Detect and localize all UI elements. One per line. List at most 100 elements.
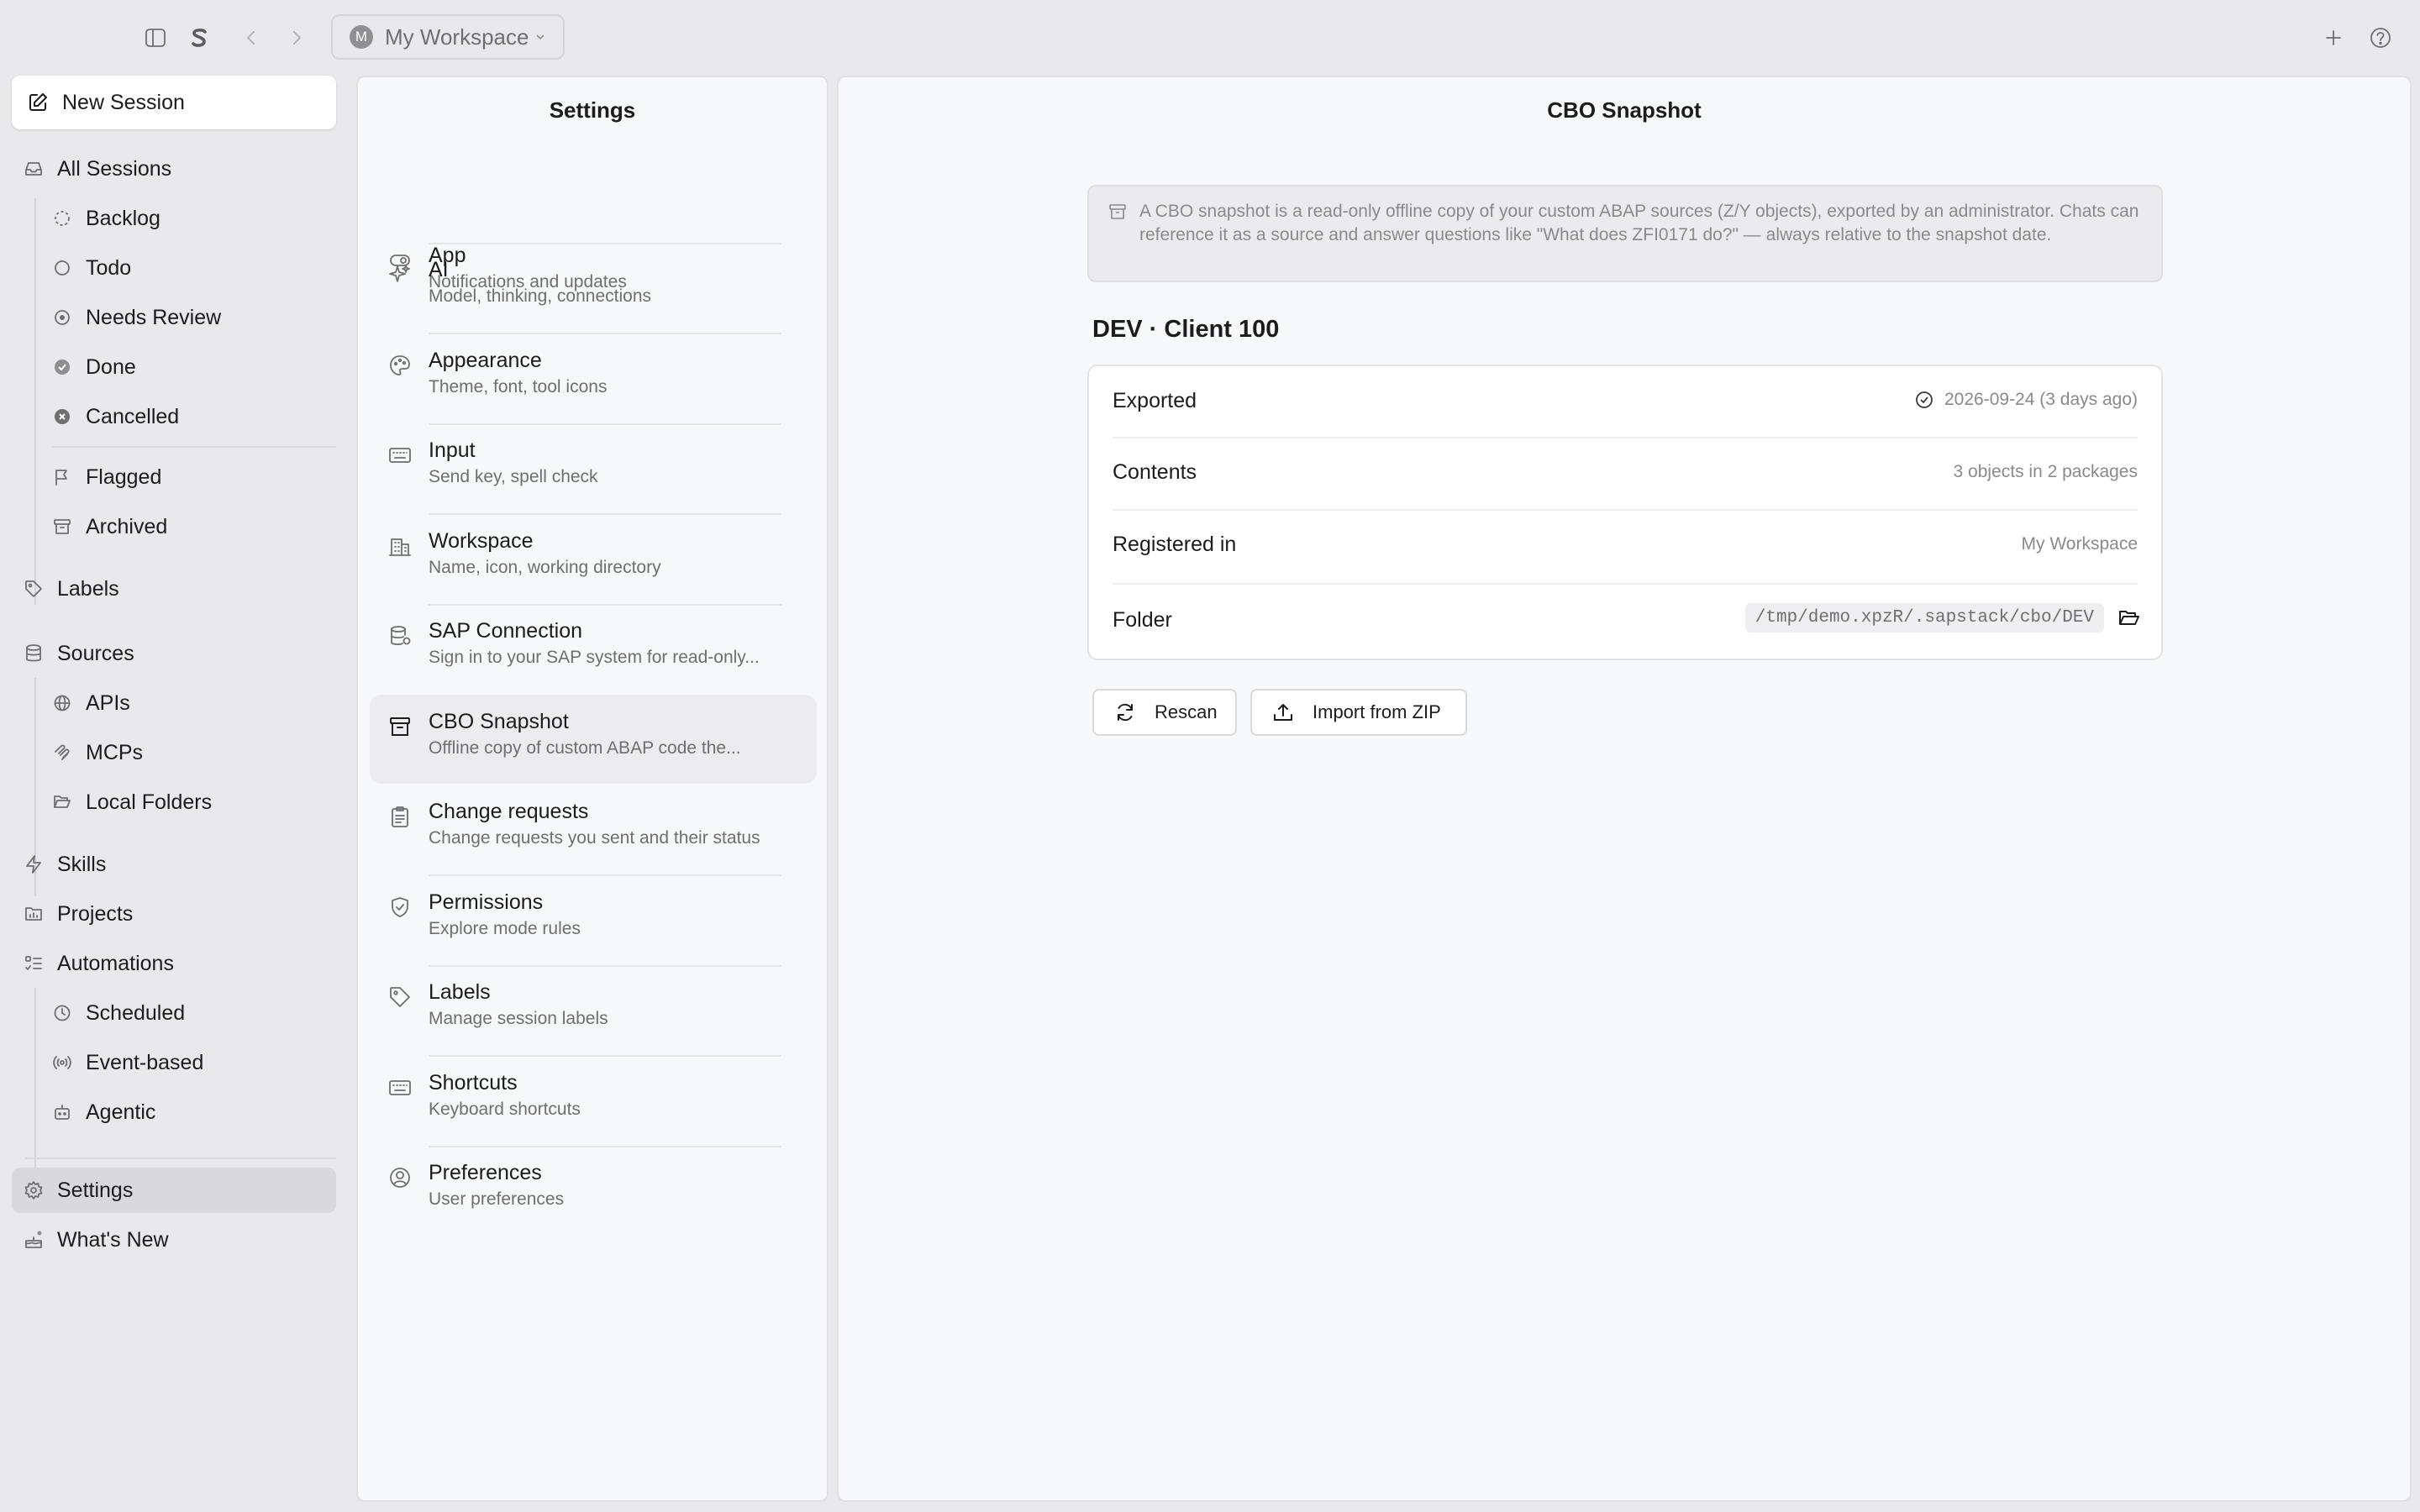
row-label: Registered in (1113, 533, 1237, 556)
settings-item-title: AI (429, 258, 449, 281)
row-value: 2026-09-24 (3 days ago) (1914, 390, 2138, 410)
row-label: Contents (1113, 460, 1197, 484)
sidebar-item-automations[interactable]: Automations (12, 941, 336, 986)
user-circle-icon (390, 1168, 410, 1188)
sidebar-item-skills[interactable]: Skills (12, 842, 336, 887)
settings-item-workspace[interactable]: Workspace Name, icon, working directory (370, 514, 817, 603)
sidebar-item-mcps[interactable]: MCPs (12, 730, 336, 775)
settings-item-cbo-snapshot[interactable]: CBO Snapshot Offline copy of custom ABAP… (370, 695, 817, 784)
clock-icon (52, 1003, 72, 1023)
sidebar-item-label: Archived (86, 514, 168, 538)
row-label: Folder (1113, 608, 1172, 632)
plus-icon[interactable] (2317, 22, 2349, 54)
divider (25, 1158, 336, 1159)
sidebar-item-needs-review[interactable]: Needs Review (12, 295, 336, 340)
sidebar-item-flagged[interactable]: Flagged (12, 454, 336, 500)
sidebar-item-label: Automations (57, 951, 174, 975)
sidebar-item-local-folders[interactable]: Local Folders (12, 780, 336, 825)
help-icon[interactable] (2365, 22, 2396, 54)
tag-icon (390, 987, 410, 1007)
settings-item-input[interactable]: Input Send key, spell check (370, 423, 817, 512)
sidebar-item-cancelled[interactable]: Cancelled (12, 394, 336, 439)
settings-item-title: Permissions (429, 890, 544, 914)
settings-item-ai[interactable]: AI Model, thinking, connections (370, 243, 817, 332)
sidebar-item-label: Event-based (86, 1050, 204, 1074)
folder-path: /tmp/demo.xpzR/.sapstack/cbo/DEV (1744, 603, 2104, 633)
settings-item-sap-connection[interactable]: SAP Connection Sign in to your SAP syste… (370, 604, 817, 693)
sidebar-item-todo[interactable]: Todo (12, 245, 336, 291)
sidebar-item-event-based[interactable]: Event-based (12, 1040, 336, 1085)
folder-open-icon[interactable] (2118, 606, 2141, 630)
sidebar-item-apis[interactable]: APIs (12, 680, 336, 726)
upload-icon (1274, 704, 1292, 721)
globe-icon (52, 693, 72, 713)
sidebar-item-agentic[interactable]: Agentic (12, 1089, 336, 1135)
settings-item-subtitle: Keyboard shortcuts (429, 1100, 581, 1119)
settings-item-title: Change requests (429, 800, 589, 823)
archive-icon (52, 517, 72, 537)
sidebar-item-labels[interactable]: Labels (12, 566, 336, 612)
snapshot-card: Exported 2026-09-24 (3 days ago) Content… (1087, 365, 2163, 660)
bot-icon (52, 1102, 72, 1122)
registered-row: Registered in My Workspace (1089, 511, 2161, 583)
sidebar-item-label: MCPs (86, 740, 144, 764)
settings-item-subtitle: Send key, spell check (429, 467, 598, 486)
settings-item-change-requests[interactable]: Change requests Change requests you sent… (370, 785, 817, 874)
sidebar-item-whats-new[interactable]: What's New (12, 1217, 336, 1263)
shield-icon (392, 897, 408, 917)
sidebar-item-label: Todo (86, 255, 132, 280)
sidebar-item-label: APIs (86, 690, 130, 715)
rescan-button[interactable]: Rescan (1092, 689, 1237, 736)
sidebar-item-scheduled[interactable]: Scheduled (12, 990, 336, 1036)
settings-item-subtitle: Offline copy of custom ABAP code the... (429, 738, 741, 758)
zap-icon (24, 854, 44, 874)
panel-title: Settings (549, 97, 636, 123)
x-circle-icon (52, 407, 72, 427)
import-zip-button[interactable]: Import from ZIP (1250, 689, 1467, 736)
settings-item-title: CBO Snapshot (429, 710, 569, 733)
chevron-left-icon[interactable] (235, 22, 267, 54)
sidebar-item-label: Needs Review (86, 305, 222, 329)
settings-item-subtitle: Change requests you sent and their statu… (429, 828, 760, 848)
sidebar-item-all-sessions[interactable]: All Sessions (12, 146, 336, 192)
settings-item-permissions[interactable]: Permissions Explore mode rules (370, 875, 817, 964)
sidebar-item-sources[interactable]: Sources (12, 631, 336, 676)
cake-icon (24, 1230, 44, 1250)
folder-row: Folder /tmp/demo.xpzR/.sapstack/cbo/DEV (1089, 585, 2161, 657)
settings-item-subtitle: Manage session labels (429, 1009, 608, 1028)
sidebar-item-label: Scheduled (86, 1000, 186, 1025)
sidebar-item-label: Local Folders (86, 790, 213, 814)
sidebar-item-label: Flagged (86, 465, 162, 489)
sidebar-toggle-icon[interactable] (139, 22, 171, 54)
workspace-switcher[interactable]: M My Workspace (331, 14, 565, 60)
sidebar-item-label: Agentic (86, 1100, 156, 1124)
new-session-label: New Session (62, 90, 185, 114)
sidebar-item-label: Done (86, 354, 136, 379)
settings-item-title: Preferences (429, 1161, 542, 1184)
database-icon (24, 643, 44, 664)
sidebar-item-settings[interactable]: Settings (12, 1168, 336, 1213)
clipboard-icon (392, 806, 408, 827)
s-logo-icon[interactable] (183, 22, 215, 54)
settings-item-title: Workspace (429, 529, 534, 553)
keyboard-icon (389, 1080, 411, 1095)
divider (52, 446, 336, 448)
settings-item-preferences[interactable]: Preferences User preferences (370, 1146, 817, 1235)
settings-item-appearance[interactable]: Appearance Theme, font, tool icons (370, 333, 817, 423)
sidebar-item-backlog[interactable]: Backlog (12, 196, 336, 241)
chevron-right-icon[interactable] (281, 22, 313, 54)
settings-item-title: Appearance (429, 349, 542, 372)
new-session-button[interactable]: New Session (12, 76, 336, 129)
sidebar-item-archived[interactable]: Archived (12, 504, 336, 549)
settings-item-labels[interactable]: Labels Manage session labels (370, 965, 817, 1054)
sidebar-item-done[interactable]: Done (12, 344, 336, 390)
settings-item-shortcuts[interactable]: Shortcuts Keyboard shortcuts (370, 1056, 817, 1145)
row-label: Exported (1113, 389, 1197, 412)
flag-icon (52, 467, 72, 487)
rescan-label: Rescan (1155, 701, 1218, 722)
circle-icon (52, 258, 72, 278)
section-title: DEV · Client 100 (1092, 316, 1280, 343)
row-value: My Workspace (2022, 534, 2138, 554)
sidebar-item-projects[interactable]: Projects (12, 891, 336, 937)
refresh-icon (1118, 703, 1133, 722)
